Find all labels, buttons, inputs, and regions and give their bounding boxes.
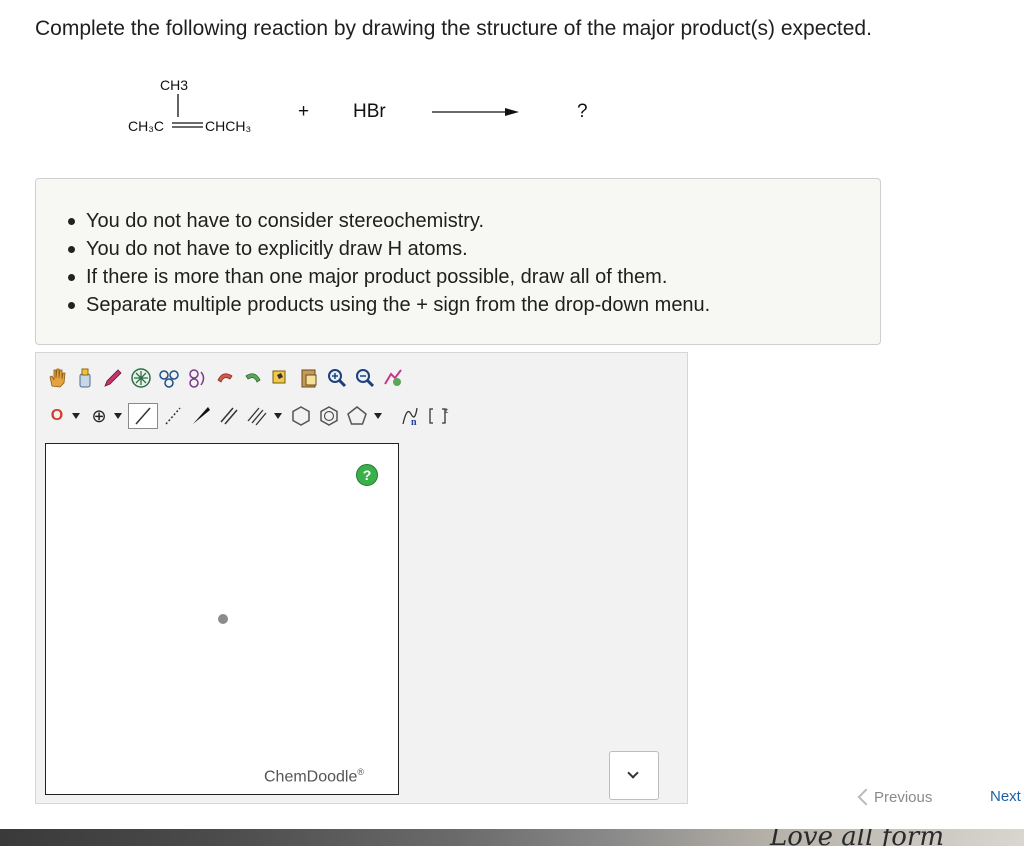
drawing-canvas[interactable]: ? ChemDoodle®	[45, 443, 399, 795]
benzene-ring-icon[interactable]	[316, 403, 342, 429]
double-bond-icon[interactable]	[216, 403, 242, 429]
single-bond-icon[interactable]	[128, 403, 158, 429]
orbital-icon[interactable]	[156, 365, 182, 391]
hexagon-ring-icon[interactable]	[288, 403, 314, 429]
charge-dropdown-icon[interactable]	[114, 413, 122, 419]
element-dropdown-icon[interactable]	[72, 413, 80, 419]
pencil-icon[interactable]	[100, 365, 126, 391]
reactant-methyl: CH3	[160, 77, 189, 93]
reaction-lines	[172, 94, 519, 128]
help-button[interactable]: ?	[356, 464, 378, 486]
cursor-dot	[218, 614, 228, 624]
chevron-down-icon	[627, 767, 639, 779]
redo-icon[interactable]	[240, 365, 266, 391]
product-unknown: ?	[577, 101, 588, 122]
toolbar-row-1	[44, 363, 408, 393]
reactant-chain-left: CH₃C	[128, 118, 165, 134]
bond-dropdown-icon[interactable]	[274, 413, 282, 419]
zoom-out-icon[interactable]	[352, 365, 378, 391]
hint-item: You do not have to consider stereochemis…	[67, 207, 710, 235]
charge-selector[interactable]: ⊕	[86, 406, 112, 427]
svg-text:±: ±	[444, 406, 449, 415]
zoom-in-icon[interactable]	[324, 365, 350, 391]
toolbar-row-2: O ⊕ n ±	[44, 401, 454, 431]
undo-icon[interactable]	[212, 365, 238, 391]
reaction-scheme: CH3 CH₃C CHCH₃ + HBr ?	[0, 60, 700, 160]
chemdoodle-editor: O ⊕ n ± ? ChemDoodle®	[35, 352, 688, 804]
hints-panel: You do not have to consider stereochemis…	[35, 178, 881, 345]
previous-label: Previous	[874, 788, 933, 806]
copy-icon[interactable]	[268, 365, 294, 391]
chain-icon[interactable]	[184, 365, 210, 391]
chemdoodle-logo: ChemDoodle®	[264, 767, 365, 786]
element-selector[interactable]: O	[44, 407, 70, 425]
repeat-unit-icon[interactable]: n	[398, 403, 424, 429]
plus-sign: +	[298, 101, 310, 122]
wedge-bond-icon[interactable]	[188, 403, 214, 429]
ring-dropdown-icon[interactable]	[374, 413, 382, 419]
answer-dropdown[interactable]	[609, 751, 659, 800]
background-script-text: Love all form	[770, 829, 945, 846]
reagent-hbr: HBr	[353, 101, 386, 122]
hand-tool-icon[interactable]	[44, 365, 70, 391]
hint-item: You do not have to explicitly draw H ato…	[67, 235, 710, 263]
svg-text:n: n	[411, 417, 417, 428]
previous-button[interactable]: Previous	[857, 784, 933, 810]
hint-item: Separate multiple products using the + s…	[67, 291, 710, 319]
clean-icon[interactable]	[380, 365, 406, 391]
reactant-chain-right: CHCH₃	[205, 118, 252, 134]
dashed-bond-icon[interactable]	[160, 403, 186, 429]
eraser-icon[interactable]	[72, 365, 98, 391]
next-button[interactable]: Next	[990, 788, 1021, 805]
hint-item: If there is more than one major product …	[67, 263, 710, 291]
hints-list: You do not have to consider stereochemis…	[67, 207, 710, 319]
ring-template-icon[interactable]	[128, 365, 154, 391]
paste-icon[interactable]	[296, 365, 322, 391]
question-text: Complete the following reaction by drawi…	[35, 17, 872, 40]
pentagon-ring-icon[interactable]	[344, 403, 370, 429]
triple-bond-icon[interactable]	[244, 403, 270, 429]
chevron-left-icon	[857, 788, 875, 806]
bracket-charge-icon[interactable]: ±	[426, 403, 452, 429]
background-strip: Love all form	[0, 829, 1024, 846]
